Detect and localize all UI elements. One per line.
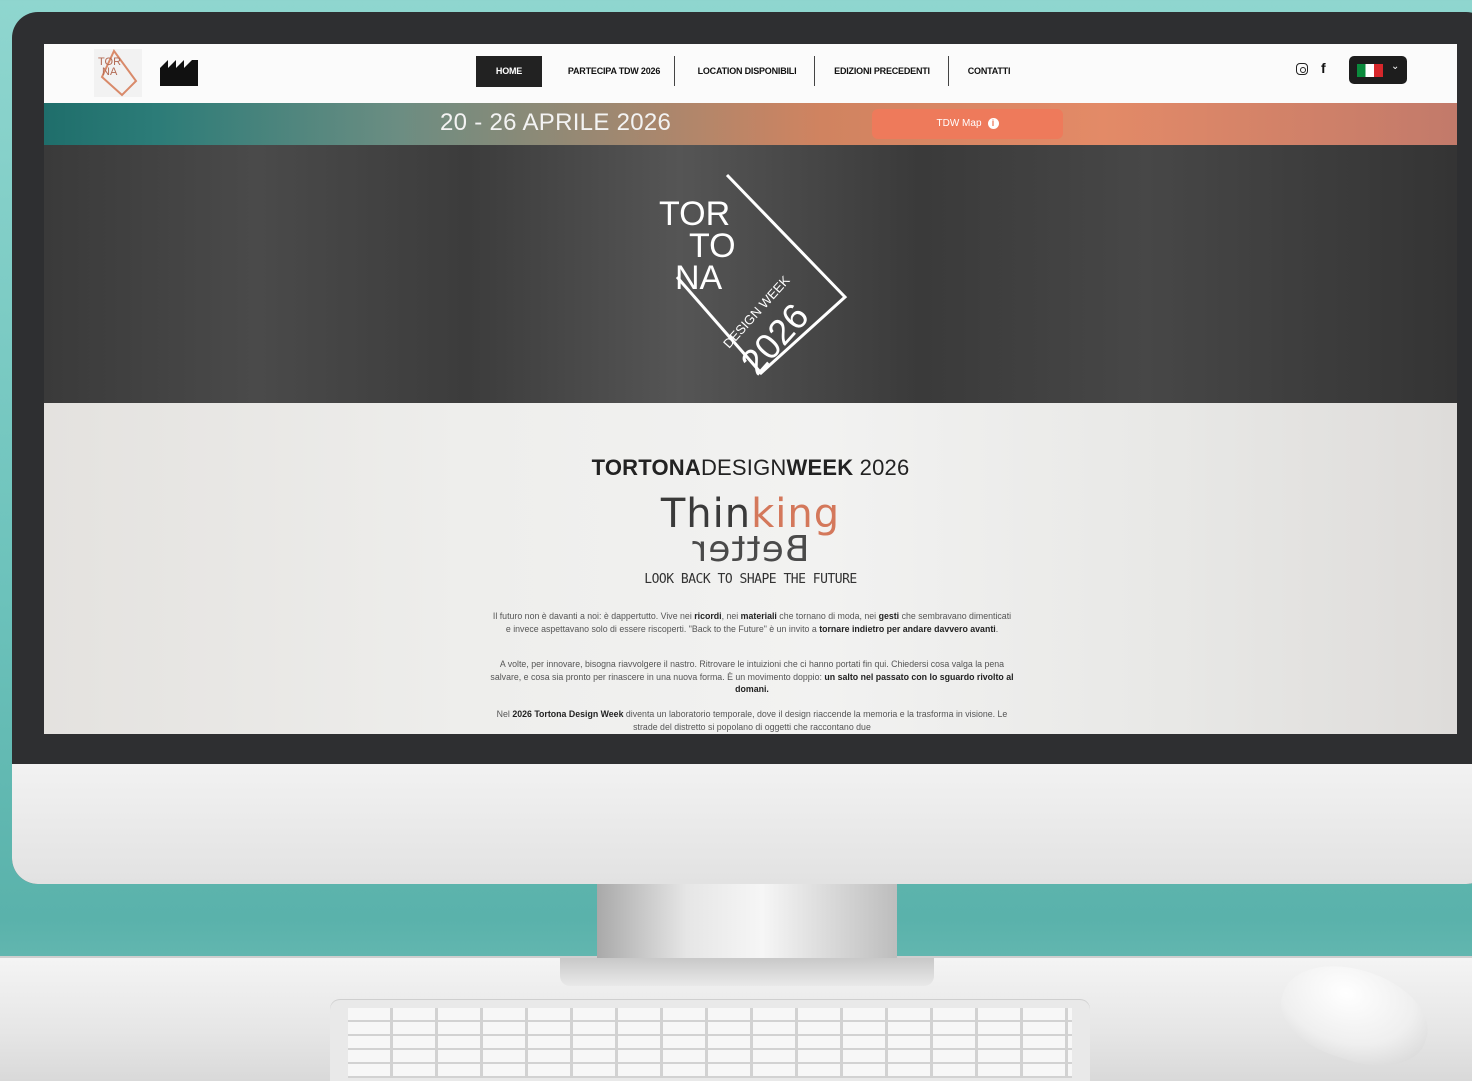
chevron-down-icon: ⌄ [1391, 61, 1400, 72]
monitor-stand [597, 884, 897, 962]
keyboard-keys [348, 1008, 1072, 1078]
nav-separator [814, 56, 815, 86]
browser-screen: TOR NA HOME PARTECIPA TDW 2026 LOCATION … [44, 44, 1457, 734]
tortona-design-week-hero-logo: TOR TO NA DESIGN WEEK 2026 [659, 173, 848, 377]
nav-contatti[interactable]: CONTATTI [956, 56, 1022, 87]
info-icon: i [987, 117, 999, 129]
event-dates: 20 - 26 APRILE 2026 [440, 109, 672, 136]
intro-paragraph-3: Nel 2026 Tortona Design Week diventa un … [496, 709, 1008, 732]
intro-paragraph-1: Il futuro non è davanti a noi: è dappert… [492, 611, 1012, 634]
nav-partecipa[interactable]: PARTECIPA TDW 2026 [554, 56, 674, 87]
section-title: TORTONADESIGNWEEK 2026 [591, 455, 910, 480]
logo-line-3: NA [675, 259, 723, 297]
instagram-icon[interactable] [1296, 63, 1308, 75]
better-heading: Better [691, 529, 810, 570]
keyboard [330, 1000, 1090, 1081]
monitor-stand-base [560, 958, 934, 986]
hero-video: TOR TO NA DESIGN WEEK 2026 [44, 145, 1457, 403]
italy-flag-icon [1357, 64, 1383, 77]
intro-section: TORTONADESIGNWEEK 2026 Thinking Better L… [44, 403, 1457, 734]
dates-banner: 20 - 26 APRILE 2026 TDW Map i [44, 103, 1457, 145]
tdw-logo[interactable]: TOR NA [92, 47, 144, 99]
nav-separator [948, 56, 949, 86]
nav-location[interactable]: LOCATION DISPONIBILI [684, 56, 810, 87]
top-navbar: TOR NA HOME PARTECIPA TDW 2026 LOCATION … [44, 44, 1457, 103]
tdw-map-button[interactable]: TDW Map i [872, 109, 1063, 139]
facebook-icon[interactable]: f [1321, 60, 1326, 76]
nav-separator [674, 56, 675, 86]
tagline: LOOK BACK TO SHAPE THE FUTURE [644, 572, 857, 587]
logo-year: 2026 [732, 295, 816, 377]
nav-home[interactable]: HOME [476, 56, 542, 87]
monitor-chin [12, 764, 1472, 884]
intro-paragraph-2: A volte, per innovare, bisogna riavvolge… [490, 659, 1014, 694]
nav-edizioni[interactable]: EDIZIONI PRECEDENTI [822, 56, 942, 87]
tdw-map-label: TDW Map [936, 118, 982, 129]
svg-text:NA: NA [102, 66, 118, 78]
factory-logo[interactable] [158, 56, 200, 88]
language-selector[interactable]: ⌄ [1349, 56, 1407, 84]
